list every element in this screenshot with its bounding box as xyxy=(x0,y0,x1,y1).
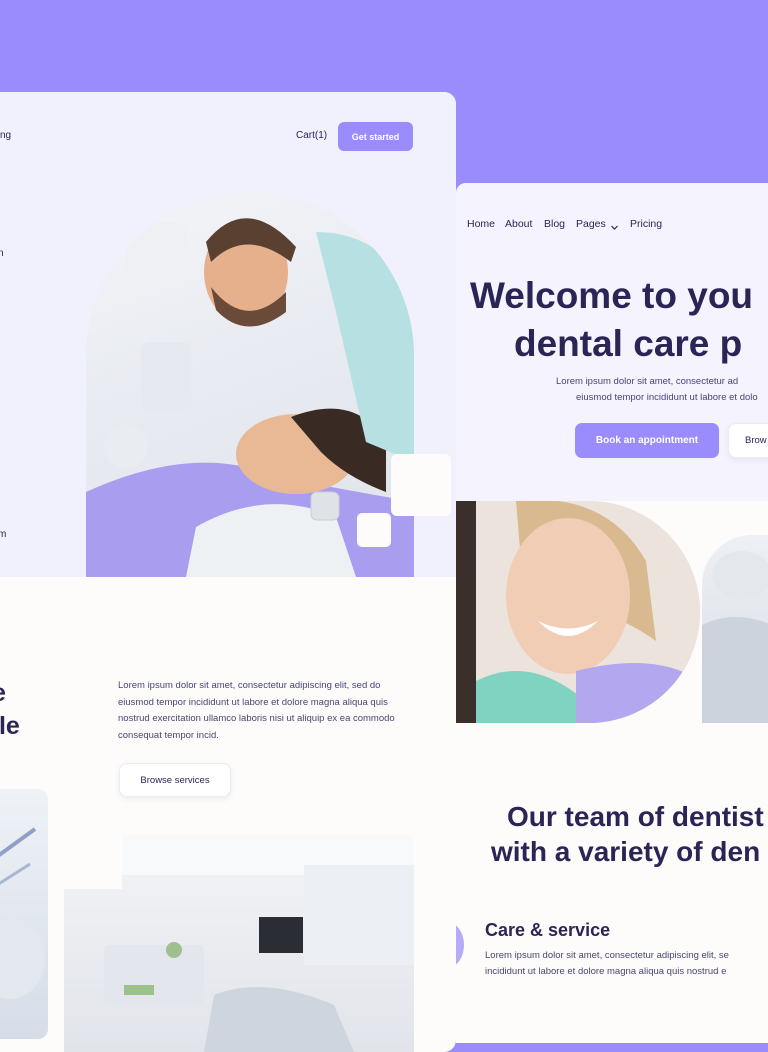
treatment-illustration xyxy=(702,551,768,723)
decorative-square xyxy=(357,513,391,547)
hero-headline: Welcome to you xyxy=(470,275,754,316)
service-title: Care & service xyxy=(485,920,611,940)
service-icon-circle xyxy=(456,923,464,967)
dental-tools-illustration xyxy=(0,827,45,999)
service-text: incididunt ut labore et dolore magna ali… xyxy=(485,966,727,977)
cart-link[interactable]: Cart(1) xyxy=(296,130,327,141)
hero-subtext: Lorem ipsum dolor sit amet, consectetur … xyxy=(556,376,739,387)
hero-text-fragment: n xyxy=(0,248,4,259)
smiling-patient-photo xyxy=(456,501,700,723)
nav-link-pages[interactable]: Pages xyxy=(576,218,606,230)
browse-button[interactable]: Brow xyxy=(728,423,768,458)
nav-link-about[interactable]: About xyxy=(505,218,532,230)
hero-headline: dental care p xyxy=(514,323,743,364)
browse-services-button[interactable]: Browse services xyxy=(119,763,231,797)
landing-page-mockup-left: ng Cart(1) Get started n m e ile Lorem i… xyxy=(0,92,456,1052)
nav-link-pricing[interactable]: ng xyxy=(0,130,11,141)
get-started-button[interactable]: Get started xyxy=(338,122,413,151)
dental-tools-photo xyxy=(0,789,48,1039)
section-title-fragment: e xyxy=(0,679,6,708)
landing-page-mockup-right: Home About Blog Pages Pricing Welcome to… xyxy=(456,183,768,1043)
nav-link-home[interactable]: Home xyxy=(467,218,495,230)
decorative-square xyxy=(391,454,451,516)
service-text: Lorem ipsum dolor sit amet, consectetur … xyxy=(485,950,729,961)
patient-illustration xyxy=(456,501,700,723)
section-paragraph: Lorem ipsum dolor sit amet, consectetur … xyxy=(118,680,395,741)
hero-text-fragment: m xyxy=(0,529,7,540)
book-appointment-button[interactable]: Book an appointment xyxy=(575,423,719,458)
team-section-headline: Our team of dentist xyxy=(507,801,764,832)
nav-link-pricing[interactable]: Pricing xyxy=(630,218,662,230)
hero-subtext: eiusmod tempor incididunt ut labore et d… xyxy=(576,392,758,403)
chevron-down-icon[interactable] xyxy=(610,219,619,237)
team-section-headline: with a variety of den xyxy=(491,836,761,867)
nav-link-blog[interactable]: Blog xyxy=(544,218,565,230)
decorative-notch xyxy=(64,835,122,889)
dental-treatment-photo xyxy=(702,535,768,723)
section-title-fragment: ile xyxy=(0,712,20,740)
